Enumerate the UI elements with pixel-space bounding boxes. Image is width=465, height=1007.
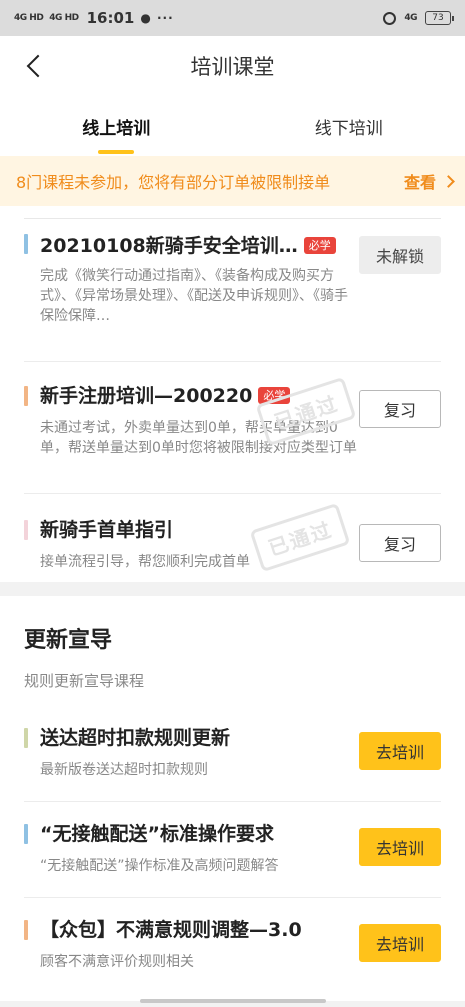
review-button[interactable]: 复习 [359, 390, 441, 428]
course-accent-bar [24, 824, 28, 844]
course-title: “无接触配送”标准操作要求 [40, 823, 274, 845]
network-indicator: 4G [404, 13, 417, 23]
course-title: 20210108新骑手安全培训… 必学 [40, 228, 336, 264]
status-bar: 4G HD 4G HD 16:01 ● ··· 4G 73 [0, 0, 465, 36]
section-gap [0, 582, 465, 596]
go-train-button[interactable]: 去培训 [359, 828, 441, 866]
locked-button[interactable]: 未解锁 [359, 236, 441, 274]
course-accent-bar [24, 728, 28, 748]
update-course-section: 更新宣导 规则更新宣导课程 送达超时扣款规则更新 最新版卷送达超时扣款规则 去培… [0, 596, 465, 1001]
notice-link-label: 查看 [403, 173, 436, 192]
course-accent-bar [24, 386, 28, 406]
course-item[interactable]: 送达超时扣款规则更新 最新版卷送达超时扣款规则 去培训 [24, 706, 441, 802]
chevron-right-icon [442, 174, 455, 188]
page-title: 培训课堂 [190, 55, 275, 79]
alarm-icon [383, 11, 397, 25]
course-title-text: 新手注册培训—200220 [40, 385, 253, 407]
section-title: 更新宣导 [24, 628, 113, 653]
course-title-text: 20210108新骑手安全培训… [40, 235, 298, 257]
nav-bar: 培训课堂 [0, 36, 465, 96]
course-item[interactable]: 【众包】不满意规则调整—3.0 顾客不满意评价规则相关 去培训 [24, 898, 441, 994]
course-title: 送达超时扣款规则更新 [40, 727, 231, 749]
tab-offline-training[interactable]: 线下培训 [233, 96, 465, 156]
status-time: 16:01 [86, 9, 135, 27]
course-description: 最新版卷送达超时扣款规则 [40, 762, 208, 778]
back-arrow-icon[interactable] [24, 54, 48, 78]
course-item[interactable]: 20210108新骑手安全培训… 必学 完成《微笑行动通过指南》、《装备构成及购买… [24, 226, 441, 362]
battery-icon: 73 [425, 11, 454, 25]
online-course-list: 20210108新骑手安全培训… 必学 完成《微笑行动通过指南》、《装备构成及购买… [0, 206, 465, 582]
course-item[interactable]: 新手注册培训—200220 必学 未通过考试，外卖单量达到0单，帮买单量达到0单，… [24, 362, 441, 494]
course-description: 顾客不满意评价规则相关 [40, 954, 194, 970]
course-title: 新骑手首单指引 [40, 519, 174, 541]
course-item[interactable]: “无接触配送”标准操作要求 “无接触配送”操作标准及高频问题解答 去培训 [24, 802, 441, 898]
course-accent-bar [24, 234, 28, 254]
signal-indicator-2: 4G HD [49, 13, 79, 23]
section-subtitle: 规则更新宣导课程 [24, 672, 145, 690]
course-item[interactable]: 新骑手首单指引 接单流程引导，帮您顺利完成首单 已通过 复习 [24, 494, 441, 582]
course-description: 完成《微笑行动通过指南》、《装备构成及购买方式》、《异常场景处理》、《配送及申诉… [40, 268, 348, 324]
restriction-notice: 8门课程未参加，您将有部分订单被限制接单 查看 [0, 156, 465, 206]
go-train-button[interactable]: 去培训 [359, 732, 441, 770]
course-title: 【众包】不满意规则调整—3.0 [40, 919, 302, 941]
notice-message: 8门课程未参加，您将有部分订单被限制接单 [16, 173, 331, 192]
battery-level: 73 [432, 13, 444, 23]
tab-bar: 线上培训 线下培训 [0, 96, 465, 156]
tab-online-training[interactable]: 线上培训 [0, 96, 233, 156]
course-accent-bar [24, 520, 28, 540]
go-train-button[interactable]: 去培训 [359, 924, 441, 962]
review-button[interactable]: 复习 [359, 524, 441, 562]
divider [24, 218, 441, 219]
home-indicator[interactable] [139, 999, 326, 1003]
required-badge: 必学 [303, 237, 336, 254]
course-title: 新手注册培训—200220 必学 [40, 378, 291, 414]
course-accent-bar [24, 920, 28, 940]
notification-dots: ● ··· [140, 11, 174, 25]
signal-indicator-1: 4G HD [14, 13, 44, 23]
notice-view-link[interactable]: 查看 [403, 169, 455, 193]
course-description: “无接触配送”操作标准及高频问题解答 [40, 858, 279, 874]
